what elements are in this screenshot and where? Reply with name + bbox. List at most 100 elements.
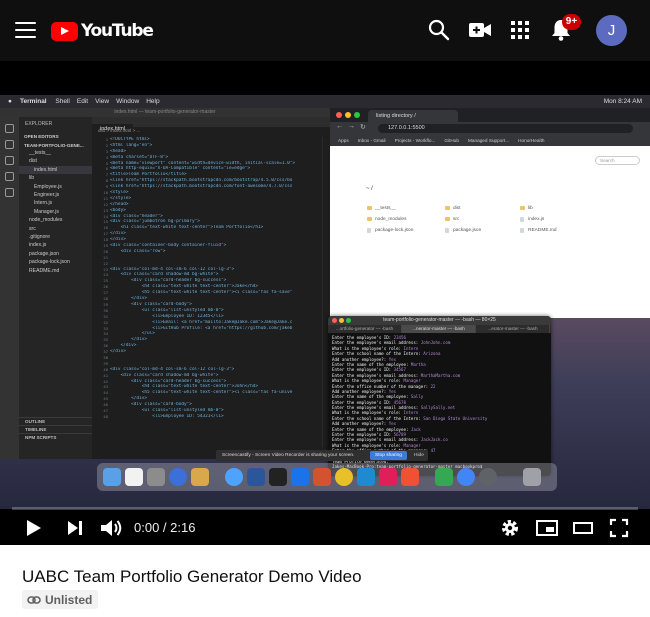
settings-icon[interactable] <box>499 517 521 539</box>
file-tree-item: Employee.js <box>34 183 62 190</box>
terminal-answer: Manager <box>403 442 421 448</box>
terminal-tab: ...erator-master — -bash <box>476 325 550 333</box>
mac-menu-item: Help <box>146 98 160 105</box>
fullscreen-icon[interactable] <box>608 517 630 539</box>
terminal-prompt: Enter the employee's ID: <box>332 432 394 438</box>
system-preferences-icon <box>147 468 165 486</box>
zoom-window-icon <box>346 318 351 323</box>
extensions-icon <box>5 188 14 197</box>
screen-sharing-notice: Screencastify - Screen Video Recorder is… <box>216 450 428 461</box>
file-tree-item: node_modules <box>29 217 63 224</box>
explorer-section-open-editors: OPEN EDITORS <box>24 134 59 139</box>
current-time: 0:00 <box>134 520 160 535</box>
time-display: 0:00 / 2:16 <box>134 520 195 535</box>
link-icon <box>27 595 41 604</box>
bookmark-item: Apps <box>338 138 349 143</box>
terminal-prompt: Enter the employee's ID: <box>332 367 394 373</box>
mac-menu-item: View <box>95 98 110 105</box>
progress-bar[interactable] <box>12 507 638 510</box>
mac-menu-item: Shell <box>55 98 70 105</box>
code-line: <li>Employee ID: 54321</li> <box>110 413 224 419</box>
vscode-explorer: EXPLORER OPEN EDITORS TEAM-PORTFOLIO-GEN… <box>19 117 92 459</box>
terminal-answer: Martha <box>410 361 426 367</box>
vscode-activity-bar <box>0 117 19 459</box>
dir-entry: dist <box>445 206 460 211</box>
file-tree-item: package-lock.json <box>29 259 70 266</box>
file-tree-item: index.js <box>29 242 47 249</box>
bookmark-item: Projects - Workflo... <box>394 138 436 143</box>
chrome-icon <box>335 468 353 486</box>
terminal-answer: Manager <box>403 378 421 384</box>
editor-breadcrumb: dist > index.html > ... <box>98 128 141 133</box>
reload-icon: ↻ <box>360 124 366 131</box>
explorer-header: EXPLORER <box>25 121 53 127</box>
youtube-logo[interactable]: YouTube <box>51 19 154 43</box>
terminal-answer: MarthaMartha.com <box>420 372 461 378</box>
directory-listing: Search ~ / __tests__ dist lib node_modul… <box>330 146 650 318</box>
mac-menu-list: Terminal Shell Edit View Window Help <box>20 95 167 108</box>
create-video-icon[interactable] <box>467 17 493 43</box>
close-window-icon <box>332 318 337 323</box>
file-tree-item: src <box>29 225 36 232</box>
terminal-prompt: What is the employee's role: <box>332 410 404 416</box>
terminal-title: team-portfolio-generator-master — -bash … <box>383 317 496 323</box>
terminal-answer: Jack <box>410 426 421 432</box>
files-icon <box>5 124 14 133</box>
terminal-answer: San Diego State University <box>423 415 488 421</box>
terminal-answer: Yes <box>388 421 397 427</box>
file-tree-item: package.json <box>29 250 60 257</box>
forward-icon: → <box>348 123 355 130</box>
time-separator: / <box>159 520 171 535</box>
minimize-window-icon <box>345 112 351 118</box>
terminal-prompt: What is the employee's role: <box>332 442 404 448</box>
terminal-answer: Arizona <box>423 351 441 357</box>
debug-icon <box>5 172 14 181</box>
code-line: <link href="https://stackpath.bootstrapc… <box>110 184 293 190</box>
file-tree: __tests__ dist index.html lib Employee.js Eng… <box>19 149 92 275</box>
mac-menu-bar: ● Terminal Shell Edit View Window Help Mon 8… <box>0 95 650 108</box>
search-icon[interactable] <box>426 17 452 43</box>
video-player[interactable]: ● Terminal Shell Edit View Window Help Mon 8… <box>0 61 650 545</box>
terminal-prompt: Enter the name of the employee: <box>332 426 411 432</box>
unlisted-label: Unlisted <box>45 592 93 607</box>
duration: 2:16 <box>170 520 196 535</box>
explorer-section-project: TEAM-PORTFOLIO-GENE... <box>24 143 84 148</box>
code-line: <li>Email: <a href="mailto:Jake@Jake.com… <box>110 319 293 325</box>
terminal-answer: Yes <box>388 388 397 394</box>
terminal-prompt: Enter the employee's email address: <box>332 340 421 346</box>
avatar[interactable]: J <box>596 15 627 46</box>
file-tree-item: index.html <box>19 165 92 175</box>
menu-icon[interactable] <box>15 22 36 38</box>
mac-clock: Mon 8:24 AM <box>603 98 642 105</box>
terminal-prompt: Enter the employee's ID: <box>332 335 394 340</box>
terminal-answer: 22 <box>430 383 436 389</box>
vscode-window: index.html — team-portfolio-generator-ma… <box>0 108 330 459</box>
chrome-window: listing directory / ← → ↻ 127.0.0.1:5500… <box>330 108 650 318</box>
terminal-answer: Yes <box>388 356 397 362</box>
miniplayer-icon[interactable] <box>535 517 559 539</box>
explorer-npm-scripts: NPM SCRIPTS <box>19 433 92 442</box>
zoom-icon <box>225 468 243 486</box>
terminal-answer: Intern <box>403 345 419 351</box>
next-icon[interactable] <box>64 517 86 539</box>
theater-icon[interactable] <box>571 517 595 539</box>
powerpoint-icon <box>313 468 331 486</box>
file-tree-item: README.md <box>29 267 60 274</box>
trash-icon <box>523 468 541 486</box>
file-tree-item: Manager.js <box>34 208 59 215</box>
volume-icon[interactable] <box>99 517 123 539</box>
file-tree-item: __tests__ <box>29 150 52 156</box>
line-number: 48 <box>103 413 108 419</box>
apps-icon[interactable] <box>507 17 533 43</box>
zoom-window-icon <box>354 112 360 118</box>
play-icon[interactable] <box>22 517 44 539</box>
word-icon <box>247 468 265 486</box>
vscode-icon <box>357 468 375 486</box>
back-icon: ← <box>336 123 343 130</box>
bookmark-item: Managed Support... <box>467 138 510 143</box>
vscode-title: index.html — team-portfolio-generator-ma… <box>0 108 330 117</box>
app-icon <box>479 468 497 486</box>
youtube-logo-text: YouTube <box>81 21 154 41</box>
safari-icon <box>169 468 187 486</box>
listing-title: ~ / <box>366 186 373 192</box>
